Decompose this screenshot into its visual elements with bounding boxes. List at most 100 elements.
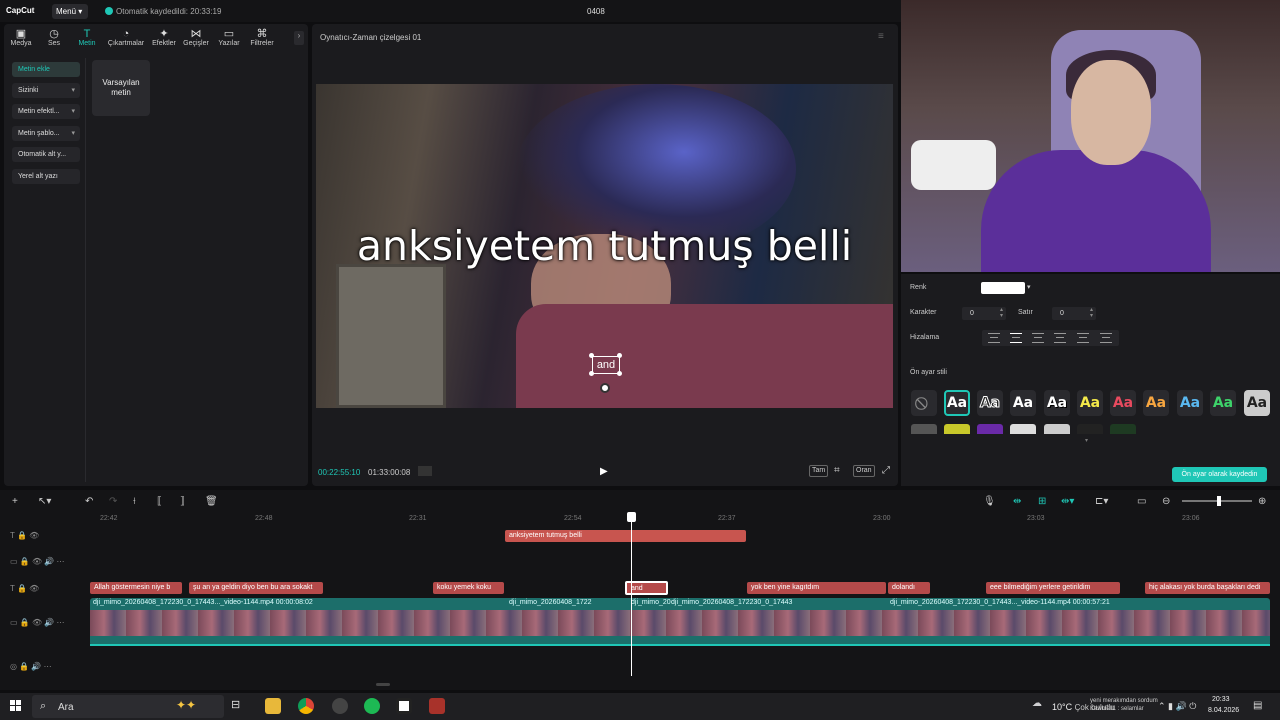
redo-icon[interactable]: ↷ bbox=[109, 496, 117, 507]
spotify-icon[interactable] bbox=[364, 698, 380, 714]
text-clip[interactable]: koku yemek koku bbox=[433, 582, 504, 594]
video-track-controls[interactable]: ▭ 🔒 👁 🔊 ⋯ bbox=[10, 618, 65, 627]
delete-icon[interactable]: 🗑 bbox=[205, 496, 218, 507]
preset-style-row2[interactable] bbox=[1010, 424, 1036, 434]
stepper-icon[interactable]: ▴ ▾ bbox=[1000, 307, 1003, 319]
preset-style[interactable]: Aa bbox=[1010, 390, 1036, 416]
chat-notification[interactable]: yeni merakımdan sordum Kewmall1 : selamla… bbox=[1090, 697, 1158, 713]
menu-icon[interactable]: ≡ bbox=[878, 31, 884, 42]
sidebar-item-auto-captions[interactable]: Otomatik alt y... bbox=[12, 147, 80, 162]
tab-captions[interactable]: ▭ Yazılar bbox=[212, 28, 246, 54]
tab-filters[interactable]: ⌘ Filtreler bbox=[245, 28, 279, 54]
preset-style-row2[interactable] bbox=[1077, 424, 1103, 434]
align-justify-icon[interactable] bbox=[1054, 333, 1066, 343]
tab-stickers[interactable]: ◔ Çıkartmalar bbox=[106, 28, 146, 54]
tab-effects[interactable]: ✦ Efektler bbox=[147, 28, 181, 54]
play-icon[interactable]: ▶ bbox=[600, 466, 608, 477]
clock-time[interactable]: 20:33 bbox=[1212, 696, 1230, 703]
preview-axis-icon[interactable]: ⊏▾ bbox=[1095, 496, 1108, 507]
preset-style-row2[interactable] bbox=[911, 424, 937, 434]
captions-toggle-icon[interactable]: ▭ bbox=[1137, 496, 1146, 507]
preset-style[interactable]: Aa bbox=[1177, 390, 1203, 416]
sidebar-item-yours[interactable]: Sizinki ▾ bbox=[12, 83, 80, 98]
preset-style-row2[interactable] bbox=[1044, 424, 1070, 434]
link-icon[interactable]: ⇹ bbox=[1013, 496, 1021, 507]
resize-handle[interactable] bbox=[617, 371, 622, 376]
microphone-icon[interactable]: 🎙 bbox=[983, 496, 996, 507]
resize-handle[interactable] bbox=[589, 353, 594, 358]
chevron-down-icon[interactable]: ▾ bbox=[1027, 283, 1031, 291]
text-clip[interactable]: anksiyetem tutmuş belli bbox=[505, 530, 746, 542]
preset-style[interactable]: Aa bbox=[944, 390, 970, 416]
sidebar-item-local-captions[interactable]: Yerel alt yazı bbox=[12, 169, 80, 184]
notification-icon[interactable]: ▤ bbox=[1253, 700, 1262, 711]
text-clip[interactable]: eee bilmediğim yerlere getirildim bbox=[986, 582, 1120, 594]
video-track[interactable]: dji_mimo_20260408_172230_0_17443..._vide… bbox=[90, 598, 1270, 646]
align-vertical-bottom-icon[interactable] bbox=[1100, 333, 1112, 343]
tab-transitions[interactable]: ⋈ Geçişler bbox=[179, 28, 213, 54]
align-right-icon[interactable] bbox=[1032, 333, 1044, 343]
horizontal-scrollbar[interactable] bbox=[376, 683, 390, 686]
default-text-card[interactable]: Varsayılan metin bbox=[92, 60, 150, 116]
tab-text[interactable]: T Metin bbox=[70, 28, 104, 54]
align-vertical-icon[interactable] bbox=[1077, 333, 1089, 343]
track-controls[interactable]: ▭ 🔒 👁 🔊 ⋯ bbox=[10, 557, 65, 566]
preset-style-row2[interactable] bbox=[944, 424, 970, 434]
chrome-icon[interactable] bbox=[298, 698, 314, 714]
rotate-icon[interactable] bbox=[600, 383, 610, 393]
text-clip[interactable]: dolandı bbox=[888, 582, 930, 594]
playhead[interactable] bbox=[631, 512, 632, 676]
text-track-controls[interactable]: T 🔒 👁 bbox=[10, 531, 39, 540]
file-explorer-icon[interactable] bbox=[265, 698, 281, 714]
preset-none-icon[interactable]: ⃠ bbox=[911, 390, 937, 416]
split-icon[interactable]: ⟊ bbox=[133, 496, 136, 507]
zoom-in-icon[interactable]: ⊕ bbox=[1258, 496, 1266, 507]
selected-text-box[interactable]: and bbox=[592, 356, 620, 374]
sidebar-item-add-text[interactable]: Metin ekle bbox=[12, 62, 80, 77]
sidebar-item-text-templates[interactable]: Metin şablo... ▾ bbox=[12, 126, 80, 141]
snap-icon[interactable]: ⇹▾ bbox=[1061, 496, 1074, 507]
preset-style[interactable]: Aa bbox=[977, 390, 1003, 416]
char-spacing-input[interactable]: 0 ▴ ▾ bbox=[962, 307, 1006, 320]
add-icon[interactable]: + bbox=[12, 496, 18, 507]
audio-track-controls[interactable]: ◎ 🔒 🔊 ⋯ bbox=[10, 662, 52, 671]
preset-style[interactable]: Aa bbox=[1210, 390, 1236, 416]
resize-handle[interactable] bbox=[617, 353, 622, 358]
clock-date[interactable]: 8.04.2026 bbox=[1208, 707, 1239, 714]
chevron-down-icon[interactable]: ▾ bbox=[1085, 437, 1088, 444]
preset-style[interactable]: Aa bbox=[1244, 390, 1270, 416]
menu-button[interactable]: Menü ▾ bbox=[52, 4, 88, 19]
zoom-out-icon[interactable]: ⊖ bbox=[1162, 496, 1170, 507]
line-spacing-input[interactable]: 0 ▴ ▾ bbox=[1052, 307, 1096, 320]
preset-style[interactable]: Aa bbox=[1110, 390, 1136, 416]
preset-style[interactable]: Aa bbox=[1044, 390, 1070, 416]
text-clip[interactable]: hiç alakası yok burda başakları dedi bbox=[1145, 582, 1270, 594]
text-track-controls[interactable]: T 🔒 👁 bbox=[10, 584, 39, 593]
sidebar-item-text-effects[interactable]: Metin efektl... ▾ bbox=[12, 104, 80, 119]
text-clip[interactable]: şu an ya geldin diyo ben bu ara sokakt bbox=[189, 582, 323, 594]
trim-right-icon[interactable]: ⟧ bbox=[180, 496, 185, 507]
tab-media[interactable]: ▣ Medya bbox=[4, 28, 38, 54]
aspect-ratio-button[interactable]: Oran bbox=[853, 465, 875, 477]
trim-left-icon[interactable]: ⟦ bbox=[157, 496, 162, 507]
windows-start-icon[interactable] bbox=[10, 700, 22, 712]
stepper-icon[interactable]: ▴ ▾ bbox=[1090, 307, 1093, 319]
tray-icons[interactable]: ⌃ ▮ 🔊 ⏻ bbox=[1158, 701, 1196, 712]
text-clip[interactable]: Allah göstermesin niye b bbox=[90, 582, 182, 594]
toolbar-scroll-right-icon[interactable]: › bbox=[294, 31, 304, 45]
zoom-slider-knob[interactable] bbox=[1217, 496, 1221, 506]
obs-icon[interactable] bbox=[332, 698, 348, 714]
resize-handle[interactable] bbox=[589, 371, 594, 376]
tab-audio[interactable]: ◷ Ses bbox=[37, 28, 71, 54]
preset-style-row2[interactable] bbox=[1110, 424, 1136, 434]
align-left-icon[interactable] bbox=[988, 333, 1000, 343]
align-center-icon[interactable] bbox=[1010, 333, 1022, 343]
magnet-icon[interactable]: ⊞ bbox=[1038, 496, 1046, 507]
capcut-icon[interactable] bbox=[396, 698, 412, 714]
color-picker[interactable] bbox=[981, 282, 1025, 294]
expand-icon[interactable]: ⤢ bbox=[882, 465, 890, 476]
preset-style[interactable]: Aa bbox=[1077, 390, 1103, 416]
task-view-icon[interactable]: ⊟ bbox=[231, 698, 247, 714]
select-tool-icon[interactable]: ↖▾ bbox=[38, 496, 51, 507]
fullscreen-quality-button[interactable]: Tam bbox=[809, 465, 829, 477]
